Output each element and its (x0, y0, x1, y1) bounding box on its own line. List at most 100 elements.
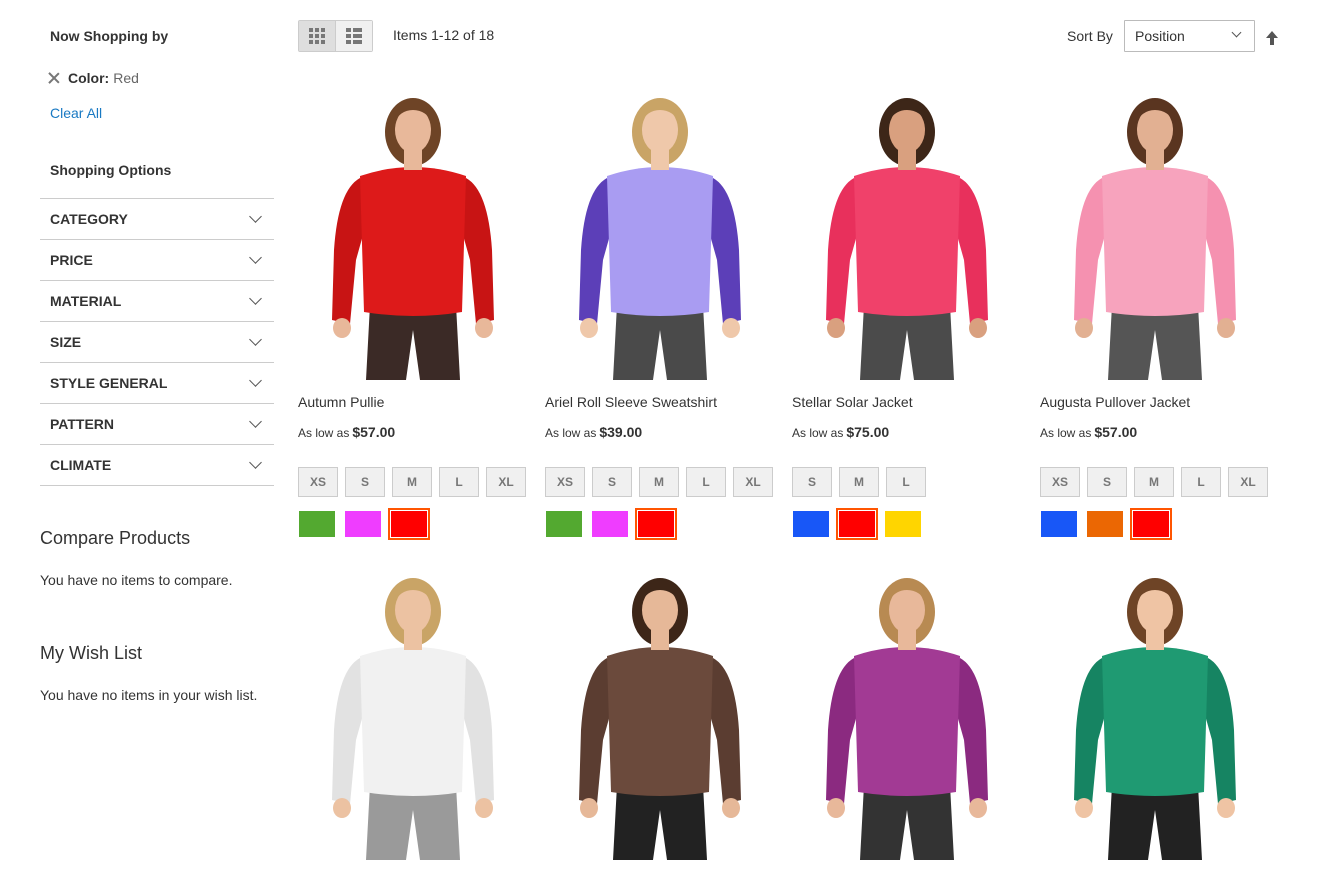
product-image[interactable] (1040, 80, 1270, 380)
color-swatches (792, 508, 930, 540)
facet-category[interactable]: CATEGORY (40, 199, 274, 240)
price-prefix: As low as (545, 426, 597, 440)
product-price: As low as $75.00 (792, 424, 889, 440)
color-swatches (1040, 508, 1178, 540)
product-image[interactable] (792, 80, 1022, 380)
product-image[interactable] (792, 560, 1022, 860)
color-swatches (298, 508, 436, 540)
facet-material[interactable]: MATERIAL (40, 281, 274, 322)
sort-by-select[interactable]: Position (1124, 20, 1255, 52)
facet-price[interactable]: PRICE (40, 240, 274, 281)
toolbar-amount: Items 1-12 of 18 (393, 27, 495, 43)
size-options: XS S M L XL (1040, 467, 1275, 497)
size-option[interactable]: S (792, 467, 832, 497)
chevron-down-icon (249, 333, 262, 346)
color-swatch[interactable] (298, 510, 336, 538)
price-amount: $57.00 (1094, 424, 1138, 440)
color-swatch[interactable] (591, 510, 629, 538)
size-option[interactable]: XL (1228, 467, 1268, 497)
size-options: SML (792, 467, 933, 497)
view-mode-switcher (298, 20, 373, 52)
product-image[interactable] (545, 80, 775, 380)
color-swatch[interactable] (1086, 510, 1124, 538)
grid-view-button[interactable] (299, 21, 336, 51)
color-swatch[interactable] (635, 508, 677, 540)
size-option[interactable]: S (345, 467, 385, 497)
product-image[interactable] (298, 80, 528, 380)
size-option[interactable]: XS (298, 467, 338, 497)
filter-facets: CATEGORY PRICE MATERIAL SIZE STYLE GENER… (40, 198, 274, 486)
product-price: As low as $39.00 (545, 424, 642, 440)
color-swatch[interactable] (836, 508, 878, 540)
product-image[interactable] (298, 560, 528, 860)
active-filter-label: Color: (68, 70, 110, 86)
facet-label: SIZE (50, 334, 82, 350)
clear-all-link[interactable]: Clear All (50, 105, 102, 121)
color-swatch[interactable] (388, 508, 430, 540)
size-option[interactable]: S (1087, 467, 1127, 497)
wishlist-empty-text: You have no items in your wish list. (40, 687, 258, 703)
chevron-down-icon (1231, 27, 1242, 38)
chevron-down-icon (249, 292, 262, 305)
size-option[interactable]: L (1181, 467, 1221, 497)
price-amount: $75.00 (846, 424, 890, 440)
color-swatch[interactable] (1130, 508, 1172, 540)
color-swatch[interactable] (344, 510, 382, 538)
product-name-link[interactable]: Autumn Pullie (298, 394, 384, 410)
color-swatch[interactable] (1040, 510, 1078, 538)
size-option[interactable]: L (686, 467, 726, 497)
compare-products-title: Compare Products (40, 528, 191, 548)
color-swatch[interactable] (545, 510, 583, 538)
size-option[interactable]: XS (1040, 467, 1080, 497)
size-option[interactable]: M (392, 467, 432, 497)
sort-direction-arrow-icon[interactable] (1264, 30, 1280, 46)
list-icon (345, 28, 362, 44)
facet-climate[interactable]: CLIMATE (40, 445, 274, 486)
size-option[interactable]: M (639, 467, 679, 497)
compare-empty-text: You have no items to compare. (40, 572, 233, 588)
active-filter-value: Red (113, 70, 139, 86)
color-swatch[interactable] (792, 510, 830, 538)
grid-icon (308, 28, 325, 44)
size-option[interactable]: M (1134, 467, 1174, 497)
shopping-options-title: Shopping Options (50, 162, 172, 178)
sort-by-label: Sort By (1067, 28, 1113, 44)
product-name-link[interactable]: Ariel Roll Sleeve Sweatshirt (545, 394, 717, 410)
size-option[interactable]: S (592, 467, 632, 497)
color-swatches (545, 508, 683, 540)
product-image[interactable] (1040, 560, 1270, 860)
size-option[interactable]: M (839, 467, 879, 497)
size-option[interactable]: L (439, 467, 479, 497)
facet-label: PRICE (50, 252, 93, 268)
facet-size[interactable]: SIZE (40, 322, 274, 363)
facet-label: MATERIAL (50, 293, 122, 309)
size-options: XS S M L XL (545, 467, 780, 497)
size-option[interactable]: XS (545, 467, 585, 497)
remove-filter-icon[interactable] (48, 72, 60, 84)
chevron-down-icon (249, 251, 262, 264)
price-prefix: As low as (792, 426, 844, 440)
price-prefix: As low as (1040, 426, 1092, 440)
chevron-down-icon (249, 415, 262, 428)
product-name-link[interactable]: Stellar Solar Jacket (792, 394, 913, 410)
now-shopping-title: Now Shopping by (50, 28, 169, 44)
price-prefix: As low as (298, 426, 350, 440)
facet-style-general[interactable]: STYLE GENERAL (40, 363, 274, 404)
chevron-down-icon (249, 374, 262, 387)
facet-pattern[interactable]: PATTERN (40, 404, 274, 445)
chevron-down-icon (249, 456, 262, 469)
active-filter: Color: Red (48, 70, 139, 86)
wishlist-title: My Wish List (40, 643, 143, 663)
size-options: XS S M L XL (298, 467, 533, 497)
color-swatch[interactable] (884, 510, 922, 538)
size-option[interactable]: L (886, 467, 926, 497)
list-view-button[interactable] (335, 21, 372, 51)
facet-label: CATEGORY (50, 211, 128, 227)
size-option[interactable]: XL (733, 467, 773, 497)
product-image[interactable] (545, 560, 775, 860)
product-name-link[interactable]: Augusta Pullover Jacket (1040, 394, 1190, 410)
facet-label: CLIMATE (50, 457, 112, 473)
facet-label: STYLE GENERAL (50, 375, 168, 391)
size-option[interactable]: XL (486, 467, 526, 497)
price-amount: $57.00 (352, 424, 396, 440)
